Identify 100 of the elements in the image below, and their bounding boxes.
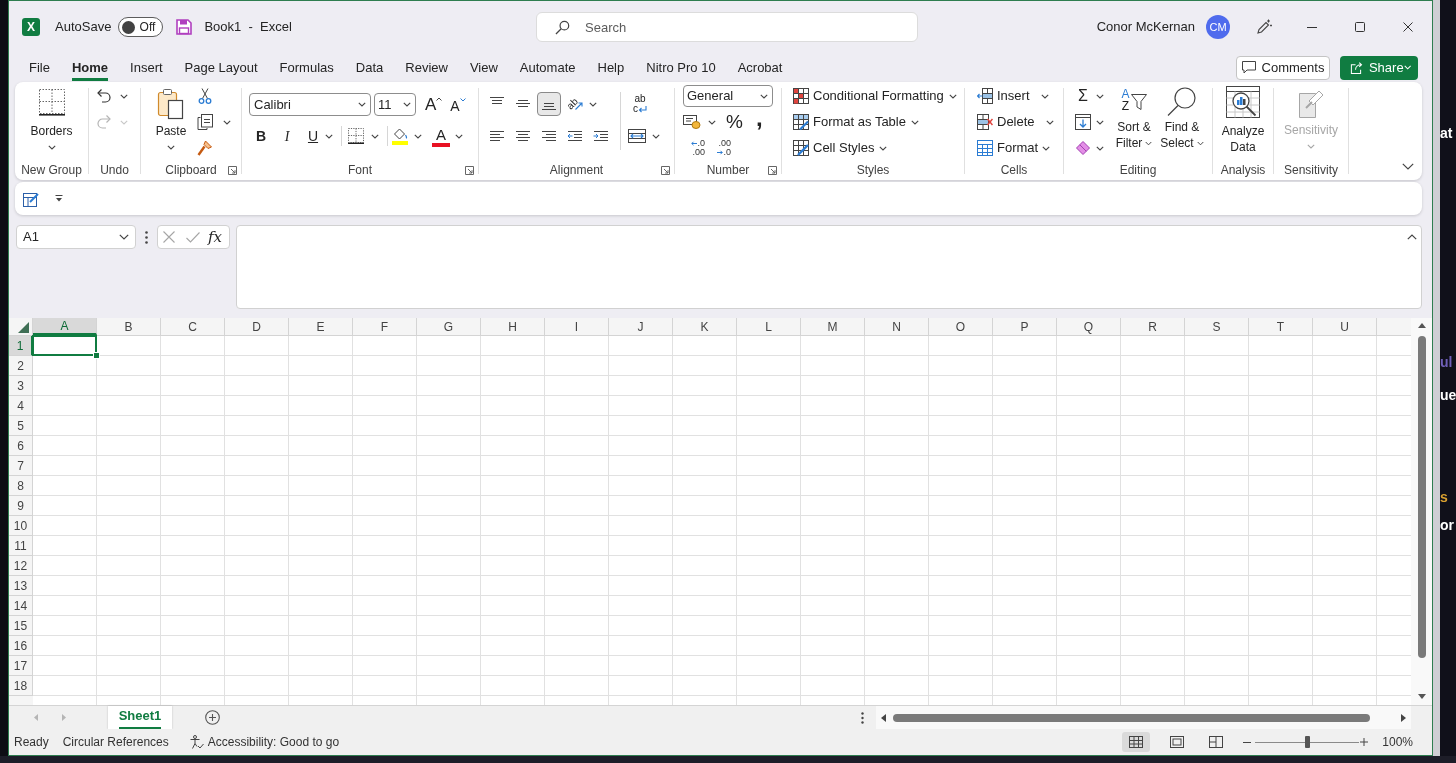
comma-style-button[interactable]: , <box>755 107 763 129</box>
dropdown-icon[interactable] <box>55 195 63 202</box>
chevron-down-icon[interactable] <box>1402 163 1414 170</box>
orientation-button[interactable]: ab <box>563 92 587 116</box>
ribbon-tab[interactable]: Page Layout <box>173 53 269 82</box>
sort-filter-button[interactable]: A Z Sort & Filter <box>1111 88 1157 154</box>
row-header[interactable]: 9 <box>9 496 33 516</box>
caret-up-icon[interactable] <box>1407 234 1417 240</box>
align-center-icon[interactable] <box>515 130 531 142</box>
scroll-right-icon[interactable] <box>1401 713 1406 722</box>
align-right-icon[interactable] <box>541 130 557 142</box>
bold-button[interactable]: B <box>249 124 273 148</box>
row-header[interactable]: 14 <box>9 596 33 616</box>
formula-input-field[interactable] <box>236 225 1422 309</box>
scroll-thumb[interactable] <box>1417 336 1426 658</box>
row-header[interactable]: 13 <box>9 576 33 596</box>
italic-button[interactable]: I <box>275 124 299 148</box>
zoom-slider-thumb[interactable] <box>1304 736 1310 748</box>
fill-bucket-icon[interactable] <box>391 127 409 145</box>
ribbon-tab[interactable]: Nitro Pro 10 <box>635 53 727 82</box>
column-header[interactable]: O <box>929 318 993 335</box>
decrease-indent-icon[interactable] <box>567 130 583 142</box>
column-header[interactable]: C <box>161 318 225 335</box>
increase-decimal-button[interactable]: .0 .00 <box>683 137 705 159</box>
row-header[interactable]: 4 <box>9 396 33 416</box>
column-header[interactable]: K <box>673 318 737 335</box>
corner-arrow-icon[interactable] <box>768 165 777 175</box>
caret-icon[interactable] <box>223 119 231 125</box>
zoom-in-icon[interactable] <box>1360 738 1369 746</box>
corner-arrow-icon[interactable] <box>465 165 474 175</box>
row-header[interactable]: 7 <box>9 456 33 476</box>
caret-icon[interactable] <box>1045 119 1054 125</box>
column-header[interactable]: A <box>33 318 97 335</box>
delete-cells-button[interactable]: Delete <box>977 112 1035 132</box>
currency-icon[interactable] <box>683 115 701 129</box>
column-header[interactable]: T <box>1249 318 1313 335</box>
paintbrush-icon[interactable] <box>197 140 213 156</box>
autosave-toggle[interactable]: Off <box>118 17 164 37</box>
active-cell[interactable] <box>32 335 97 356</box>
column-header[interactable]: J <box>609 318 673 335</box>
column-header[interactable]: M <box>801 318 865 335</box>
borders-icon[interactable] <box>348 128 364 144</box>
scroll-down-icon[interactable] <box>1417 694 1426 699</box>
ribbon-tab[interactable]: Insert <box>119 53 174 82</box>
caret-icon[interactable] <box>652 133 660 139</box>
font-size-field[interactable]: 11 <box>374 93 416 116</box>
sheet-tab[interactable]: Sheet1 <box>108 706 172 729</box>
row-header[interactable]: 18 <box>9 676 33 696</box>
caret-icon[interactable] <box>1096 145 1104 151</box>
caret-icon[interactable] <box>325 133 333 139</box>
row-header[interactable]: 17 <box>9 656 33 676</box>
column-header[interactable]: G <box>417 318 481 335</box>
column-header[interactable]: D <box>225 318 289 335</box>
more-options-icon[interactable] <box>145 231 148 244</box>
column-header[interactable]: I <box>545 318 609 335</box>
vertical-scrollbar[interactable] <box>1411 318 1432 705</box>
caret-icon[interactable] <box>1096 119 1104 125</box>
minimize-icon[interactable] <box>1307 26 1317 28</box>
font-color-button[interactable]: A <box>432 125 450 147</box>
find-select-button[interactable]: Find & Select <box>1159 88 1205 154</box>
undo-icon[interactable] <box>96 88 112 104</box>
analyze-data-button[interactable]: Analyze Data <box>1216 86 1270 156</box>
ribbon-tab[interactable]: Data <box>344 53 395 82</box>
accessibility-icon[interactable] <box>189 735 204 749</box>
share-button[interactable]: Share <box>1340 55 1418 80</box>
underline-button[interactable]: U <box>301 124 325 148</box>
bottom-align-button[interactable] <box>537 92 561 116</box>
column-header[interactable]: L <box>737 318 801 335</box>
add-sheet-icon[interactable] <box>205 710 220 725</box>
checkmark-icon[interactable] <box>186 231 200 243</box>
scissors-icon[interactable] <box>197 88 213 104</box>
caret-icon[interactable] <box>1040 93 1049 99</box>
decrease-font-size-button[interactable]: A <box>450 93 466 116</box>
caret-icon[interactable] <box>589 101 597 107</box>
number-format-field[interactable]: General <box>683 85 773 107</box>
save-icon[interactable] <box>176 19 193 35</box>
ribbon-tab[interactable]: Help <box>586 53 636 82</box>
autosum-button[interactable]: Σ <box>1075 87 1091 105</box>
percent-style-button[interactable]: % <box>726 111 743 133</box>
column-header[interactable]: H <box>481 318 545 335</box>
fill-down-icon[interactable] <box>1075 114 1091 130</box>
name-box[interactable]: A1 <box>16 225 136 249</box>
maximize-icon[interactable] <box>1355 22 1365 32</box>
increase-indent-icon[interactable] <box>593 130 609 142</box>
corner-arrow-icon[interactable] <box>661 165 670 175</box>
column-header[interactable]: E <box>289 318 353 335</box>
column-header[interactable]: S <box>1185 318 1249 335</box>
borders-button[interactable]: Borders <box>24 88 79 156</box>
wrap-text-button[interactable]: ab c <box>628 92 652 116</box>
ribbon-tab[interactable]: Review <box>394 53 459 82</box>
column-header[interactable]: Q <box>1057 318 1121 335</box>
table-pencil-icon[interactable] <box>23 190 39 207</box>
row-header[interactable]: 15 <box>9 616 33 636</box>
ribbon-tab[interactable]: View <box>458 53 509 82</box>
row-header[interactable]: 16 <box>9 636 33 656</box>
merge-cells-icon[interactable] <box>628 129 646 143</box>
ribbon-tab[interactable]: Formulas <box>268 53 345 82</box>
format-as-table-button[interactable]: Format as Table <box>793 112 919 132</box>
row-header[interactable]: 1 <box>9 336 33 356</box>
row-header[interactable]: 6 <box>9 436 33 456</box>
